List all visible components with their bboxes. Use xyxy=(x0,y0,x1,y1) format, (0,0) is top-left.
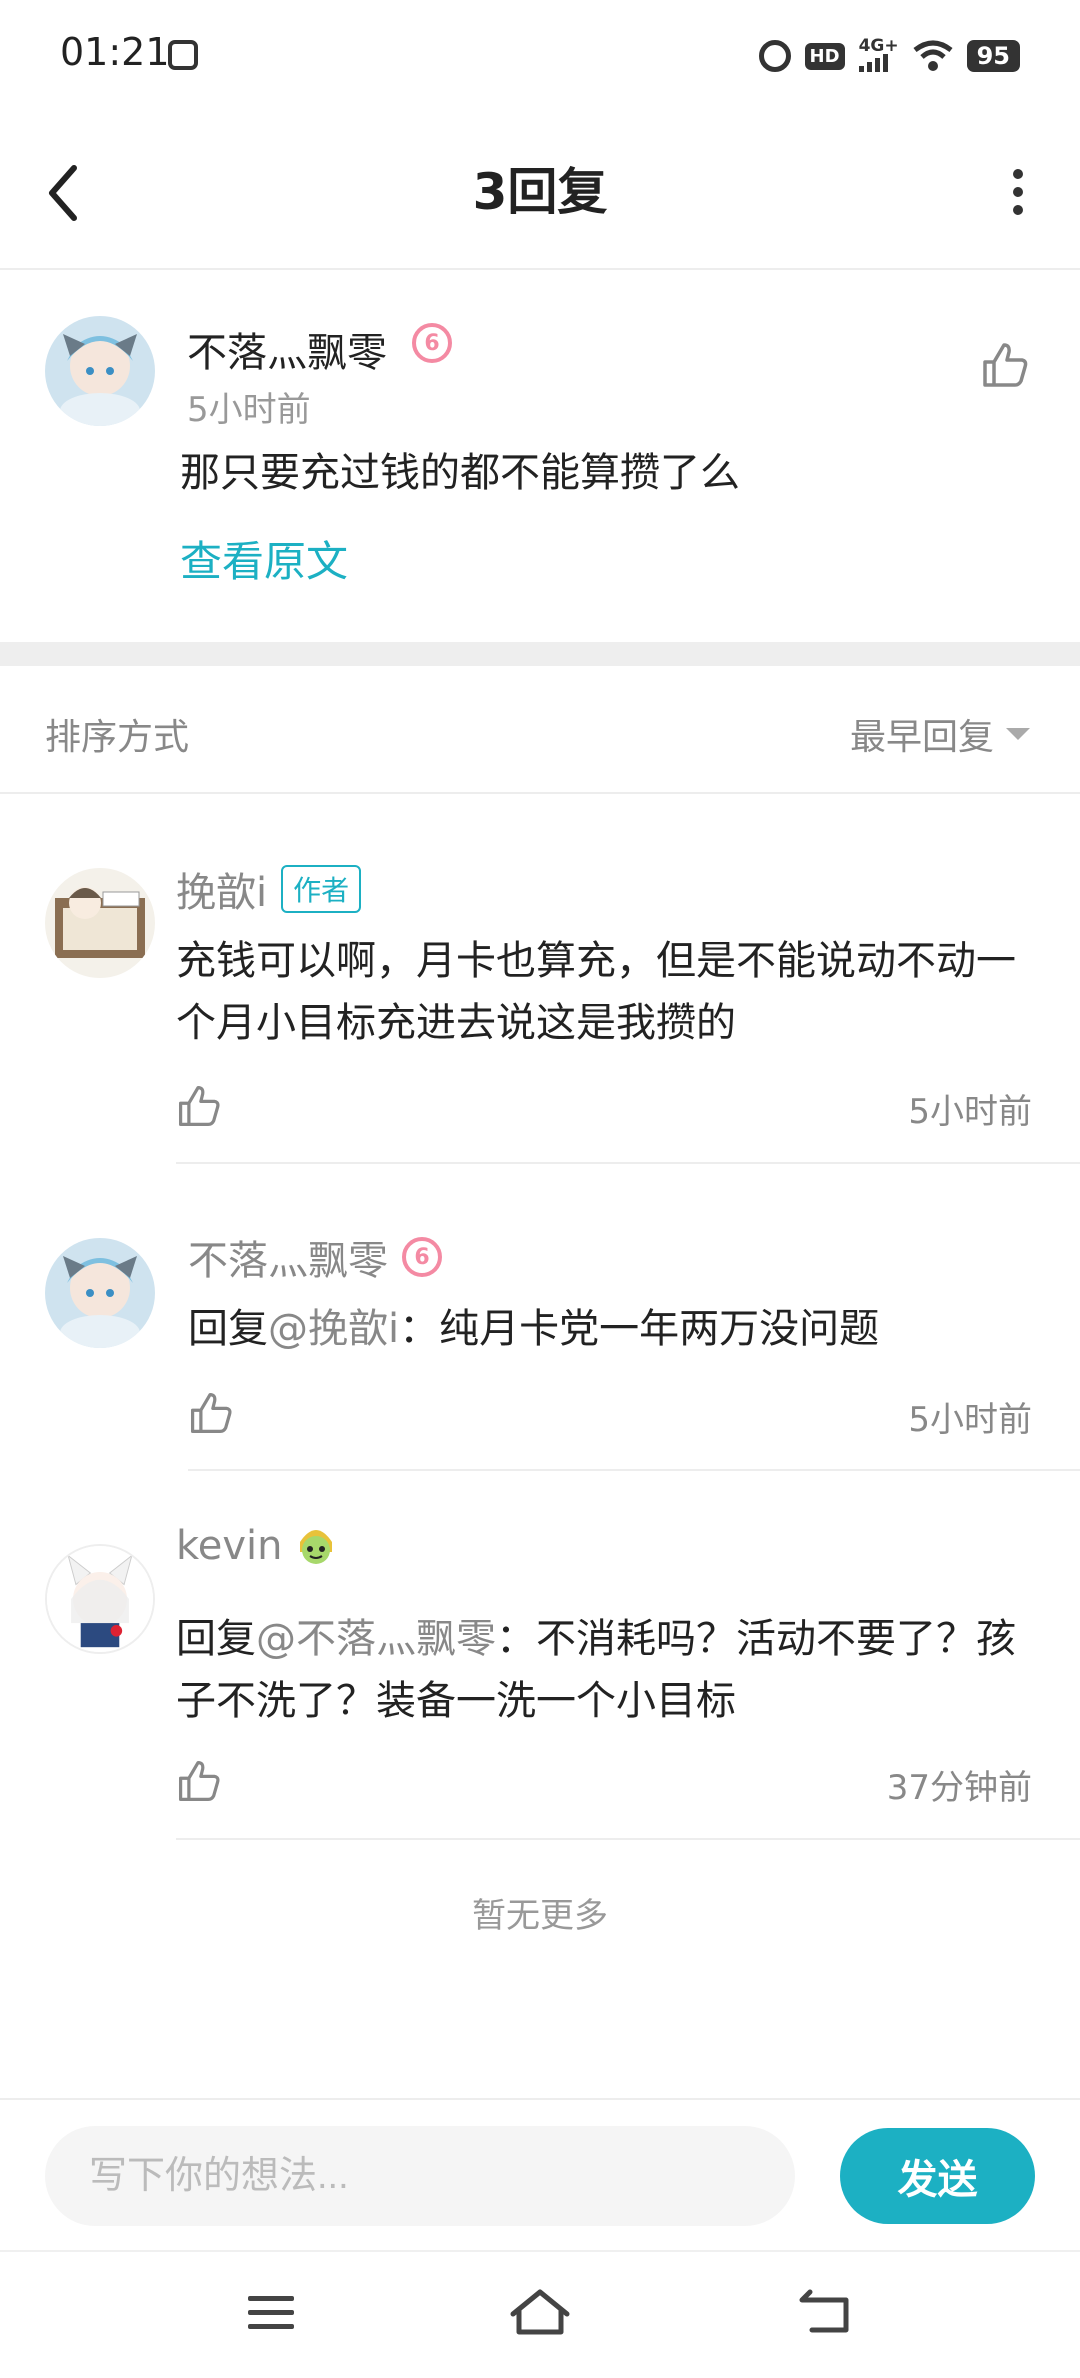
signal-icon: 4G+ xyxy=(858,35,899,75)
comment-input-bar: 发送 xyxy=(0,2098,1080,2250)
system-nav-bar xyxy=(0,2250,1080,2378)
status-bar: 01:21 HD 4G+ 95 xyxy=(0,0,1080,118)
reply-text: 充钱可以啊，月卡也算充，但是不能说动不动一个月小目标充进去说这是我攒的 xyxy=(176,938,1016,1046)
reply-prefix: 回复 xyxy=(176,1616,256,1662)
battery-icon: 95 xyxy=(966,40,1020,72)
status-time: 01:21 xyxy=(60,30,170,74)
thumbs-up-icon[interactable] xyxy=(176,1758,222,1804)
wifi-icon xyxy=(913,40,953,71)
page-title: 3回复 xyxy=(472,163,608,221)
reply-text: 回复@挽歆i：纯月卡党一年两万没问题 xyxy=(188,1298,1058,1360)
timestamp: 5小时前 xyxy=(908,1400,1032,1440)
comment-input[interactable] xyxy=(45,2126,795,2226)
avatar[interactable] xyxy=(45,1238,155,1348)
section-divider xyxy=(0,642,1080,666)
reply-text: 回复@不落灬飘零：不消耗吗？活动不要了？孩子不洗了？装备一洗一个小目标 xyxy=(176,1608,1046,1732)
sort-value: 最早回复 xyxy=(849,717,994,758)
sort-label: 排序方式 xyxy=(45,717,190,758)
timestamp: 37分钟前 xyxy=(886,1768,1032,1808)
reply-body: ：纯月卡党一年两万没问题 xyxy=(399,1306,880,1352)
username[interactable]: kevin xyxy=(176,1523,282,1569)
no-more-text: 暂无更多 xyxy=(472,1896,608,1936)
username[interactable]: 挽歆i xyxy=(176,860,267,918)
comment-text: 那只要充过钱的都不能算攒了么 xyxy=(180,450,740,496)
reply-header: kevin xyxy=(176,1522,338,1570)
hd-icon: HD xyxy=(804,42,845,70)
divider xyxy=(176,1162,1080,1164)
back-nav-icon[interactable] xyxy=(790,2282,860,2342)
network-type: 4G+ xyxy=(858,35,899,56)
send-button[interactable]: 发送 xyxy=(840,2128,1035,2224)
reply-prefix: 回复 xyxy=(188,1306,268,1352)
avatar[interactable] xyxy=(45,316,155,426)
level-badge: 6 xyxy=(402,1237,442,1277)
menu-icon[interactable] xyxy=(236,2282,306,2342)
reply-header: 不落灬飘零 6 xyxy=(188,1228,442,1286)
timestamp: 5小时前 xyxy=(187,390,311,430)
view-original-link[interactable]: 查看原文 xyxy=(180,528,348,589)
header: 3回复 xyxy=(0,118,1080,270)
avatar[interactable] xyxy=(45,868,155,978)
thumbs-up-icon[interactable] xyxy=(980,340,1030,390)
mention-link[interactable]: @不落灬飘零 xyxy=(256,1616,496,1662)
author-badge: 作者 xyxy=(281,865,362,913)
home-icon[interactable] xyxy=(505,2282,575,2342)
emoji-badge-icon xyxy=(300,1530,333,1564)
avatar[interactable] xyxy=(45,1544,155,1654)
thumbs-up-icon[interactable] xyxy=(188,1390,234,1436)
divider xyxy=(0,792,1080,794)
username[interactable]: 不落灬飘零 xyxy=(188,1228,388,1286)
divider xyxy=(176,1838,1080,1840)
alarm-icon xyxy=(758,40,791,72)
timestamp: 5小时前 xyxy=(908,1092,1032,1132)
status-icons: HD 4G+ 95 xyxy=(758,35,1020,76)
level-badge: 6 xyxy=(412,323,452,363)
reply-header: 挽歆i 作者 xyxy=(176,860,362,918)
username[interactable]: 不落灬飘零 xyxy=(187,320,387,378)
mention-link[interactable]: @挽歆i xyxy=(268,1306,399,1352)
app-notification-icon xyxy=(168,40,198,70)
sort-dropdown[interactable]: 最早回复 xyxy=(850,708,1030,760)
thumbs-up-icon[interactable] xyxy=(176,1083,222,1129)
divider xyxy=(188,1469,1080,1471)
more-vertical-icon[interactable] xyxy=(980,162,1040,222)
caret-down-icon xyxy=(1006,728,1030,740)
